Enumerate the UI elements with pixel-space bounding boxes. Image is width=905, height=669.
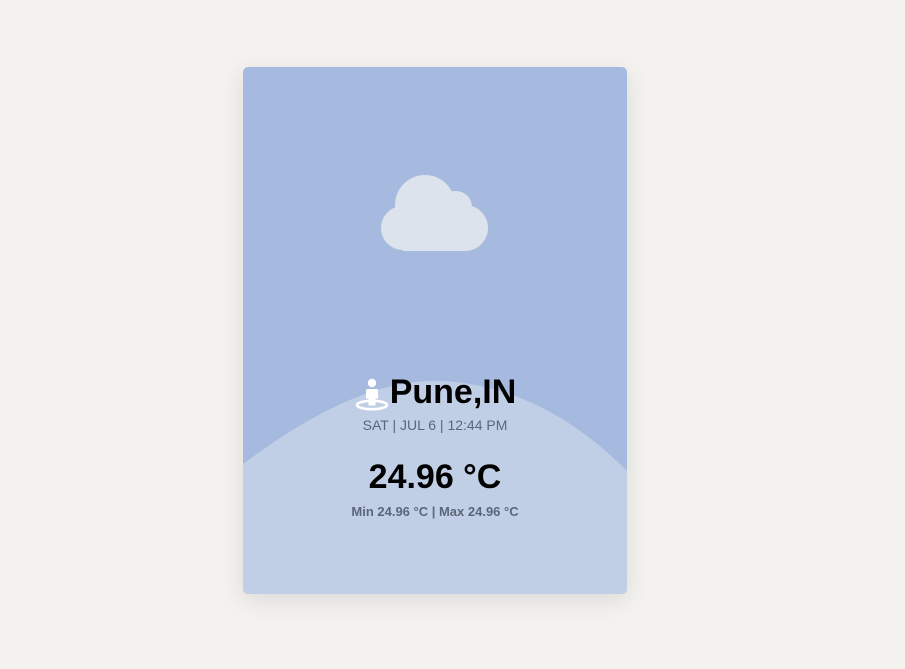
city-name: Pune,IN (389, 373, 517, 411)
current-temperature: 24.96 °C (368, 458, 502, 496)
weather-card: Pune,IN SAT | JUL 6 | 12:44 PM 24.96 °C … (243, 67, 627, 594)
person-pin-icon (355, 378, 389, 411)
min-max-temperature: Min 24.96 °C | Max 24.96 °C (351, 504, 519, 519)
location-row: Pune,IN (243, 371, 627, 413)
cloud-icon (381, 175, 488, 251)
date-time: SAT | JUL 6 | 12:44 PM (362, 417, 508, 433)
